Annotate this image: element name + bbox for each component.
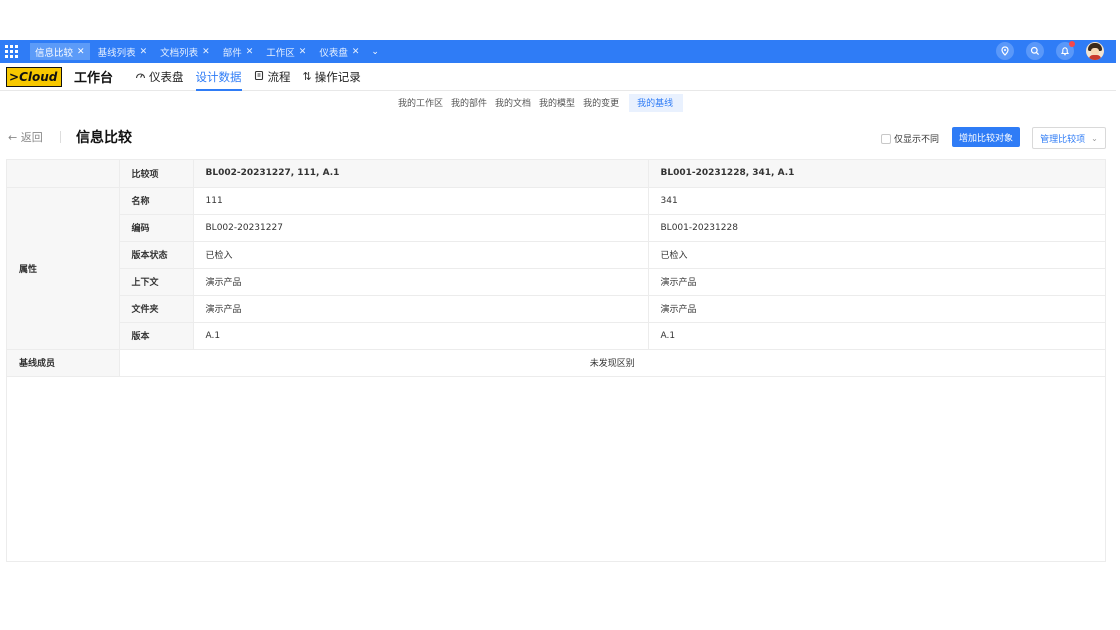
nav-workflow[interactable]: 流程	[254, 63, 291, 91]
table-row: 属性 名称 111 341	[7, 187, 1105, 350]
row-label: 版本状态	[119, 241, 194, 269]
workbench-title: 工作台	[74, 71, 114, 86]
cell-b: 341	[648, 187, 1105, 215]
nav-design-data[interactable]: 设计数据	[195, 63, 242, 91]
subtab-my-models[interactable]: 我的模型	[539, 94, 583, 112]
table-row-baseline-members: 基线成员 未发现区别	[7, 349, 1105, 377]
bell-icon[interactable]	[1056, 41, 1075, 60]
page-header: ← 返回 信息比较 仅显示不同 增加比较对象 管理比较项 ⌄	[0, 124, 1116, 152]
cell-a: 演示产品	[193, 268, 649, 296]
subtab-my-baselines[interactable]: 我的基线	[629, 94, 684, 112]
chevron-down-icon: ⌄	[1091, 133, 1098, 143]
table-row: 版本状态 已检入 已检入	[7, 241, 1105, 269]
row-label: 版本	[119, 322, 194, 350]
close-icon[interactable]: ✕	[202, 47, 210, 57]
app-grid-icon[interactable]	[0, 40, 22, 63]
cell-b: 演示产品	[648, 295, 1105, 323]
workflow-icon	[254, 70, 265, 84]
app-header: > Cloud 工作台 仪表盘 设计数据 流程 ⇅ 操作记录	[0, 63, 1116, 91]
search-icon[interactable]	[1026, 42, 1044, 60]
location-icon[interactable]	[996, 42, 1014, 60]
dashboard-icon	[135, 70, 146, 84]
tab-info-compare[interactable]: 信息比较 ✕	[30, 43, 90, 60]
header-object-b: BL001-20231228, 341, A.1	[648, 160, 1105, 188]
chevron-down-icon[interactable]: ⌄	[371, 47, 379, 57]
row-label: 文件夹	[119, 295, 194, 323]
table-row: 编码 BL002-20231227 BL001-20231228	[7, 214, 1105, 242]
cell-b: A.1	[648, 322, 1105, 350]
only-diff-checkbox[interactable]: 仅显示不同	[881, 132, 939, 145]
row-label: 上下文	[119, 268, 194, 296]
page-title: 信息比较	[76, 130, 132, 146]
notification-dot	[1069, 41, 1075, 47]
cell-a: 演示产品	[193, 295, 649, 323]
tab-workspace[interactable]: 工作区 ✕	[261, 43, 311, 60]
subtab-my-workspace[interactable]: 我的工作区	[398, 94, 451, 112]
tab-parts[interactable]: 部件 ✕	[218, 43, 259, 60]
cell-a: BL002-20231227	[193, 214, 649, 242]
checkbox-box[interactable]	[881, 133, 891, 144]
subtab-my-parts[interactable]: 我的部件	[451, 94, 495, 112]
row-label: 名称	[119, 187, 194, 215]
add-compare-object-button[interactable]: 增加比较对象	[952, 127, 1020, 147]
divider	[60, 131, 61, 143]
cell-b: BL001-20231228	[648, 214, 1105, 242]
header-compare-item: 比较项	[119, 160, 194, 188]
close-icon[interactable]: ✕	[352, 47, 360, 57]
table-row: 文件夹 演示产品 演示产品	[7, 295, 1105, 323]
logo[interactable]: > Cloud	[6, 66, 62, 87]
cell-a: 已检入	[193, 241, 649, 269]
subtab-my-changes[interactable]: 我的变更	[583, 94, 627, 112]
sub-nav: 我的工作区 我的部件 我的文档 我的模型 我的变更 我的基线	[398, 94, 684, 112]
header-object-a: BL002-20231227, 111, A.1	[193, 160, 649, 188]
main-nav: 仪表盘 设计数据 流程 ⇅ 操作记录	[135, 63, 361, 91]
close-icon[interactable]: ✕	[246, 47, 254, 57]
group-label-attributes: 属性	[7, 187, 120, 350]
table-row: 上下文 演示产品 演示产品	[7, 268, 1105, 296]
back-link[interactable]: ← 返回	[8, 129, 43, 145]
table-header-row: 比较项 BL002-20231227, 111, A.1 BL001-20231…	[7, 160, 1105, 188]
nav-operation-log[interactable]: ⇅ 操作记录	[303, 63, 361, 91]
sort-icon: ⇅	[302, 70, 312, 83]
top-right-icons	[996, 41, 1104, 60]
nav-dashboard[interactable]: 仪表盘	[135, 63, 184, 91]
subtab-my-documents[interactable]: 我的文档	[495, 94, 539, 112]
row-label: 编码	[119, 214, 194, 242]
compare-table: 比较项 BL002-20231227, 111, A.1 BL001-20231…	[7, 160, 1105, 377]
tab-document-list[interactable]: 文档列表 ✕	[155, 43, 215, 60]
cell-b: 已检入	[648, 241, 1105, 269]
close-icon[interactable]: ✕	[140, 47, 148, 57]
compare-table-container: 比较项 BL002-20231227, 111, A.1 BL001-20231…	[6, 159, 1106, 562]
close-icon[interactable]: ✕	[77, 47, 85, 57]
cell-a: 111	[193, 187, 649, 215]
close-icon[interactable]: ✕	[299, 47, 307, 57]
row-label-members: 基线成员	[7, 349, 120, 377]
cell-b: 演示产品	[648, 268, 1105, 296]
no-difference-text: 未发现区别	[119, 349, 1105, 377]
avatar[interactable]	[1086, 42, 1104, 60]
manage-compare-items-select[interactable]: 管理比较项 ⌄	[1032, 127, 1106, 149]
tab-baseline-list[interactable]: 基线列表 ✕	[93, 43, 153, 60]
tab-bar: 信息比较 ✕ 基线列表 ✕ 文档列表 ✕ 部件 ✕ 工作区 ✕ 仪表盘 ✕ ⌄	[0, 40, 1116, 63]
table-row: 版本 A.1 A.1	[7, 322, 1105, 350]
cell-a: A.1	[193, 322, 649, 350]
tab-dashboard[interactable]: 仪表盘 ✕	[314, 43, 364, 60]
